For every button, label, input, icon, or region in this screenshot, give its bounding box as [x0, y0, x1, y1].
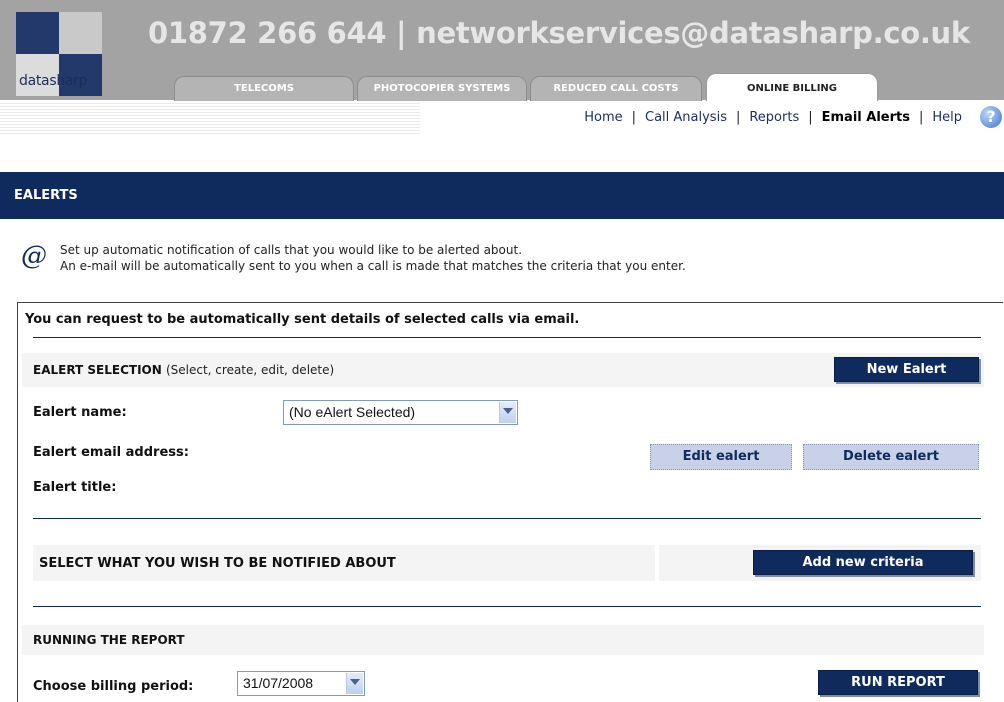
- nav-links: Home | Call Analysis | Reports | Email Alerts |…: [584, 110, 962, 125]
- run-report-button[interactable]: RUN REPORT: [818, 670, 978, 695]
- chevron-down-icon[interactable]: [346, 673, 363, 694]
- tab-photocopier-systems[interactable]: PHOTOCOPIER SYSTEMS: [357, 76, 527, 101]
- ealert-title-label: Ealert title:: [33, 480, 117, 495]
- new-ealert-button[interactable]: New Ealert: [834, 357, 979, 382]
- nav-separator: |: [918, 110, 924, 125]
- ealert-name-label: Ealert name:: [33, 405, 127, 420]
- contact-info: 01872 266 644 | networkservices@datashar…: [148, 16, 970, 50]
- logo-text: datasharp: [19, 73, 88, 89]
- tab-online-billing[interactable]: ONLINE BILLING: [706, 73, 878, 102]
- logo-square: [16, 12, 59, 54]
- nav-call-analysis[interactable]: Call Analysis: [645, 110, 727, 125]
- nav-email-alerts[interactable]: Email Alerts: [822, 110, 910, 125]
- billing-period-select[interactable]: 31/07/2008: [237, 671, 365, 696]
- billing-period-value: 31/07/2008: [243, 675, 314, 691]
- tab-telecoms[interactable]: TELECOMS: [174, 76, 354, 101]
- selection-heading: EALERT SELECTION (Select, create, edit, …: [33, 363, 334, 377]
- datasharp-logo[interactable]: datasharp: [16, 12, 102, 96]
- page-title-bar: EALERTS: [0, 172, 1004, 219]
- page-title: EALERTS: [14, 188, 78, 203]
- site-header: datasharp 01872 266 644 | networkservice…: [0, 0, 1004, 102]
- divider: [33, 337, 981, 338]
- criteria-heading: SELECT WHAT YOU WISH TO BE NOTIFIED ABOU…: [39, 556, 396, 571]
- intro-text-line-2: An e-mail will be automatically sent to …: [60, 259, 686, 273]
- selection-label: EALERT SELECTION: [33, 363, 162, 377]
- billing-period-label: Choose billing period:: [33, 679, 194, 694]
- nav-separator: |: [808, 110, 813, 125]
- nav-help[interactable]: Help: [932, 110, 962, 125]
- nav-home[interactable]: Home: [584, 110, 622, 125]
- ealert-name-select[interactable]: (No eAlert Selected): [283, 400, 518, 425]
- ealert-name-value: (No eAlert Selected): [289, 404, 416, 420]
- selection-sublabel: (Select, create, edit, delete): [165, 363, 335, 377]
- add-criteria-button[interactable]: Add new criteria: [753, 550, 973, 575]
- ealert-email-label: Ealert email address:: [33, 445, 189, 460]
- report-heading: RUNNING THE REPORT: [33, 633, 185, 647]
- nav-decoration: [0, 101, 420, 134]
- nav-separator: |: [735, 110, 741, 125]
- tab-reduced-call-costs[interactable]: REDUCED CALL COSTS: [530, 76, 702, 101]
- delete-ealert-button[interactable]: Delete ealert: [803, 444, 979, 470]
- edit-ealert-button[interactable]: Edit ealert: [650, 444, 792, 470]
- nav-separator: |: [631, 110, 636, 125]
- logo-square: [59, 12, 102, 54]
- divider: [33, 606, 981, 607]
- nav-reports[interactable]: Reports: [749, 110, 799, 125]
- help-icon[interactable]: ?: [980, 106, 1002, 128]
- panel-heading: You can request to be automatically sent…: [25, 312, 580, 327]
- secondary-nav: Home | Call Analysis | Reports | Email Alerts |…: [0, 101, 1004, 134]
- intro-text-line-1: Set up automatic notification of calls t…: [60, 243, 523, 257]
- at-sign-icon: @: [21, 241, 47, 271]
- chevron-down-icon[interactable]: [499, 402, 516, 423]
- divider: [33, 518, 981, 519]
